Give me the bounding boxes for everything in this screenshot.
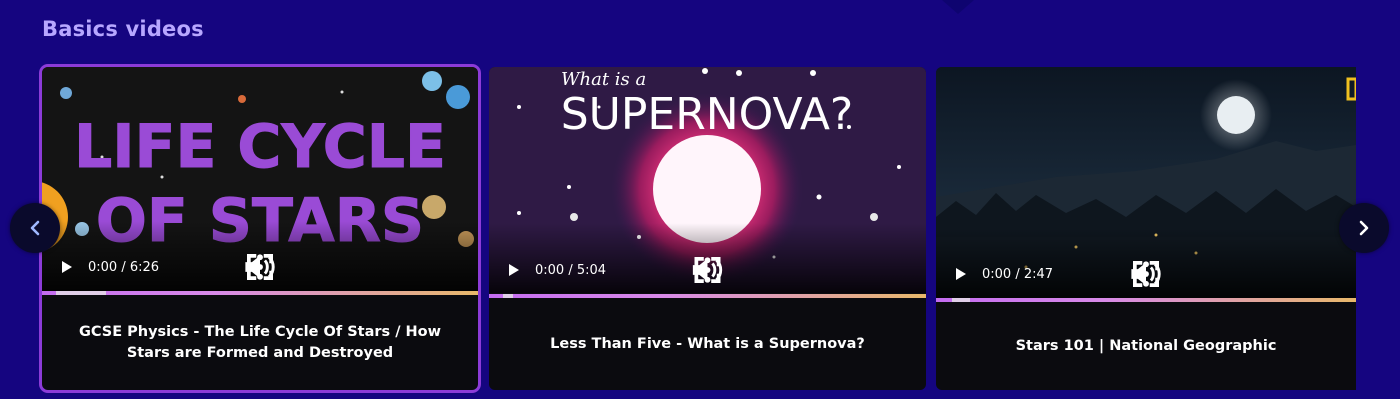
video-controls: 0:00 / 2:47 bbox=[936, 261, 1356, 287]
video-controls: 0:00 / 6:26 bbox=[42, 254, 478, 280]
carousel-next-button[interactable] bbox=[1339, 203, 1389, 253]
carousel-prev-button[interactable] bbox=[10, 203, 60, 253]
more-options-icon[interactable] bbox=[489, 257, 926, 283]
video-caption[interactable]: Less Than Five - What is a Supernova? bbox=[489, 298, 926, 390]
thumbnail-small-title: What is a bbox=[561, 69, 646, 90]
video-caption[interactable]: GCSE Physics - The Life Cycle Of Stars /… bbox=[42, 295, 478, 390]
more-options-icon[interactable] bbox=[42, 254, 478, 280]
video-player-3[interactable]: 0:00 / 2:47 bbox=[936, 67, 1356, 298]
page-bottom-divider bbox=[0, 399, 1400, 403]
thumbnail-big-title: SUPERNOVA? bbox=[561, 89, 854, 140]
video-player-2[interactable]: What is a SUPERNOVA? 0:00 / 5:04 bbox=[489, 67, 926, 293]
video-controls: 0:00 / 5:04 bbox=[489, 257, 926, 283]
video-caption[interactable]: Stars 101 | National Geographic bbox=[936, 302, 1356, 390]
thumbnail-title-line1: LIFE CYCLE bbox=[74, 112, 446, 182]
chevron-left-icon bbox=[30, 220, 40, 236]
video-card-1[interactable]: LIFE CYCLE OF STARS 0:00 / 6:26 GCSE Phy… bbox=[42, 67, 478, 390]
video-card-2[interactable]: What is a SUPERNOVA? 0:00 / 5:04 Less Th… bbox=[489, 67, 926, 390]
more-options-icon[interactable] bbox=[936, 261, 1356, 287]
video-card-3[interactable]: 0:00 / 2:47 Stars 101 | National Geograp… bbox=[936, 67, 1356, 390]
video-player-1[interactable]: LIFE CYCLE OF STARS 0:00 / 6:26 bbox=[42, 67, 478, 291]
chevron-right-icon bbox=[1359, 220, 1369, 236]
header-notch bbox=[942, 0, 974, 14]
section-title: Basics videos bbox=[42, 17, 204, 41]
